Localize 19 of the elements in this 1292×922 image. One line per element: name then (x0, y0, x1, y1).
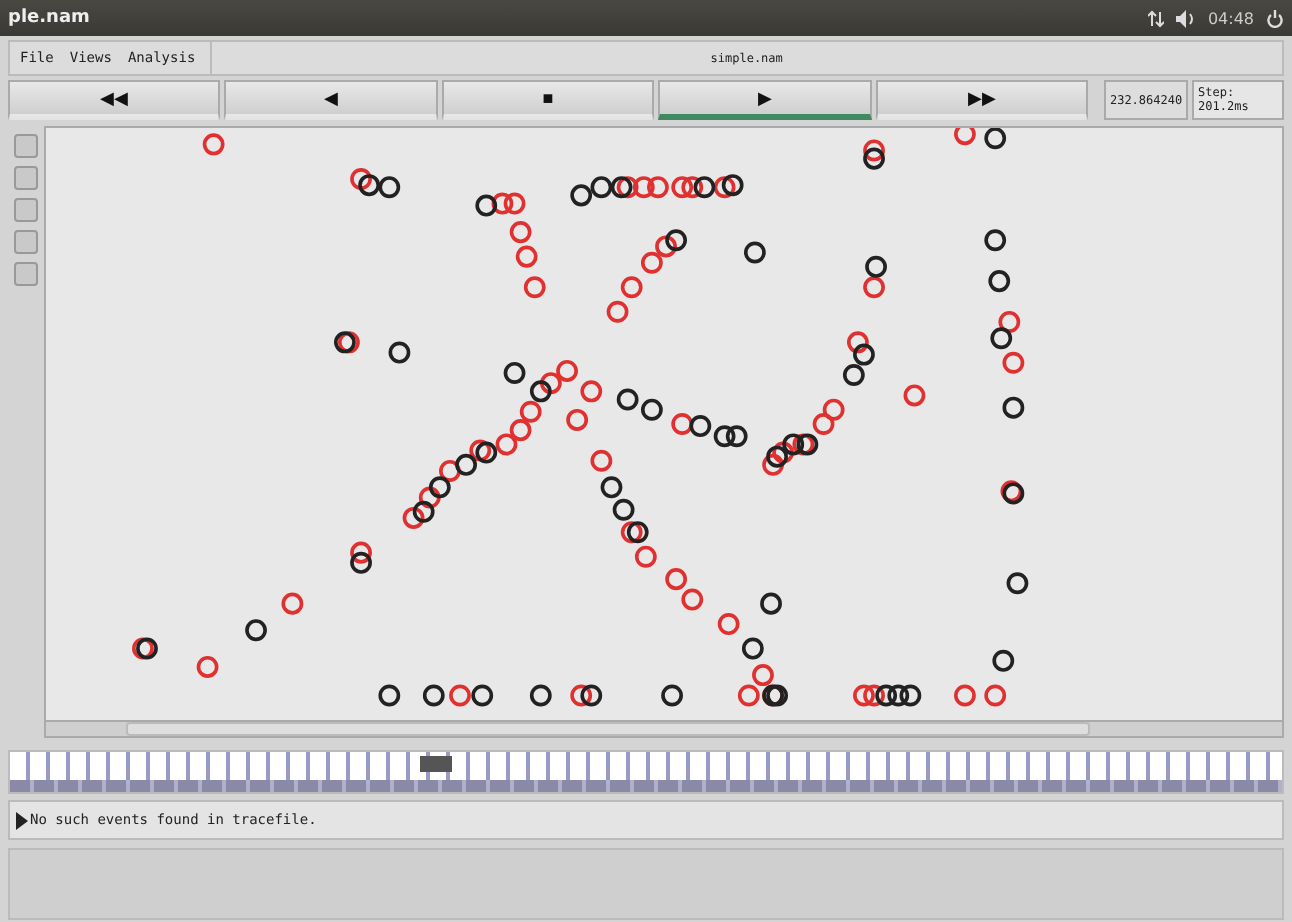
tool-icon[interactable] (14, 262, 38, 286)
speaker-icon[interactable] (1175, 9, 1196, 27)
tool-icon[interactable] (14, 198, 38, 222)
clock[interactable]: 04:48 (1207, 9, 1254, 27)
tool-icon[interactable] (14, 134, 38, 158)
power-icon[interactable] (1266, 9, 1284, 27)
playback-button[interactable]: ▶ (658, 80, 872, 120)
playback-button[interactable]: ■ (441, 80, 655, 120)
network-icon[interactable] (1147, 9, 1164, 27)
triangle-icon (16, 811, 28, 829)
playback-button[interactable]: ◀ (224, 80, 438, 120)
playback-button[interactable]: ◀◀ (8, 80, 221, 120)
window-title: ple.nam (8, 8, 90, 28)
playback-button[interactable]: ▶▶ (875, 80, 1089, 120)
tool-icon[interactable] (14, 166, 38, 190)
timeline-ruler[interactable] (8, 750, 1284, 794)
scrollbar-thumb[interactable] (126, 722, 1090, 736)
time-marker[interactable] (420, 756, 452, 772)
tool-icon[interactable] (14, 230, 38, 254)
